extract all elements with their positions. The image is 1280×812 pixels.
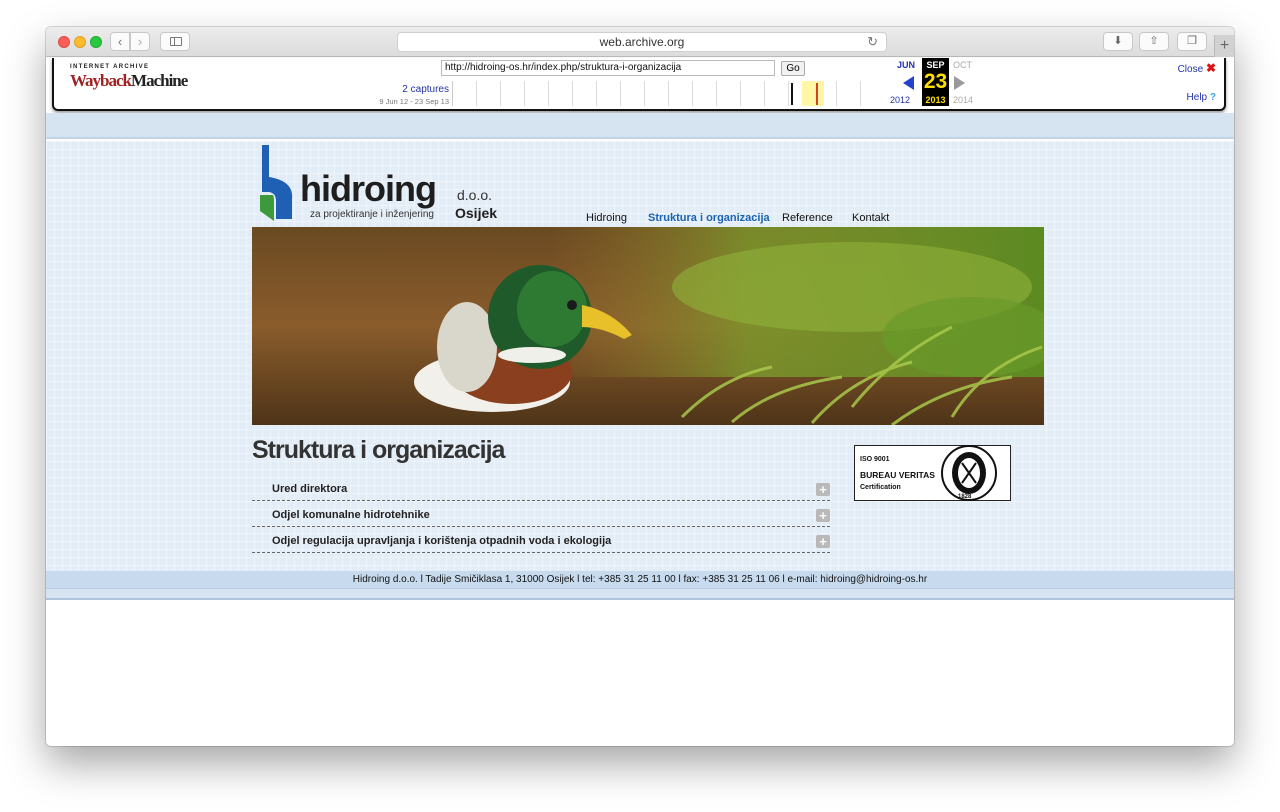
nav-hidroing[interactable]: Hidroing: [586, 212, 627, 224]
expand-plus-icon[interactable]: +: [816, 483, 830, 496]
tab-overview-button[interactable]: ❐: [1177, 32, 1207, 51]
chevron-right-icon: ›: [137, 34, 143, 49]
prev-capture-arrow-icon[interactable]: [903, 76, 914, 90]
year-current: 2013: [925, 95, 946, 105]
address-text: web.archive.org: [599, 35, 685, 49]
plus-icon: +: [1219, 37, 1230, 54]
captures-link[interactable]: 2 captures: [372, 84, 449, 95]
month-next: OCT: [953, 60, 972, 70]
forward-button[interactable]: ›: [130, 32, 150, 51]
wayback-help-button[interactable]: Help ?: [1187, 92, 1216, 103]
zoom-window-button[interactable]: [90, 36, 102, 48]
site-footer: Hidroing d.o.o. l Tadije Smičiklasa 1, 3…: [46, 571, 1234, 588]
share-icon: ⇧: [1149, 35, 1159, 47]
logo-name: hidroing: [300, 168, 437, 209]
tabs-icon: ❐: [1187, 35, 1197, 47]
year-next: 2014: [953, 95, 974, 105]
browser-window: ‹ › web.archive.org ↻ ⬇ ⇧ ❐ + INTERNET A…: [46, 27, 1234, 746]
logo-city: Osijek: [455, 205, 498, 221]
iso-certificate-badge: ISO 9001 BUREAU VERITAS Certification 18…: [854, 445, 1011, 501]
help-label: Help: [1186, 92, 1208, 103]
wayback-close-button[interactable]: Close ✖: [1178, 61, 1216, 75]
sidebar-icon: [170, 37, 182, 46]
download-icon: ⬇: [1113, 35, 1123, 47]
wayback-logo-top: INTERNET ARCHIVE: [70, 64, 150, 70]
close-label: Close: [1177, 64, 1204, 75]
browser-titlebar: ‹ › web.archive.org ↻ ⬇ ⇧ ❐ +: [46, 27, 1234, 57]
new-tab-button[interactable]: +: [1214, 35, 1234, 57]
site-logo[interactable]: hidroing d.o.o. za projektiranje i inžen…: [260, 145, 500, 223]
accordion-label: Odjel regulacija upravljanja i korištenj…: [272, 535, 612, 547]
sidebar-toggle-button[interactable]: [160, 32, 190, 51]
captures-range: 9 Jun 12 - 23 Sep 13: [379, 97, 449, 106]
capture-sparkline[interactable]: [452, 81, 880, 106]
wayback-url-input[interactable]: http://hidroing-os.hr/index.php/struktur…: [441, 60, 775, 76]
accordion-ured-direktora[interactable]: Ured direktora +: [252, 475, 830, 501]
cert-sub: Certification: [860, 484, 901, 491]
minimize-window-button[interactable]: [74, 36, 86, 48]
expand-plus-icon[interactable]: +: [816, 509, 830, 522]
expand-plus-icon[interactable]: +: [816, 535, 830, 548]
reload-icon[interactable]: ↻: [867, 33, 878, 51]
capture-bar-2013[interactable]: [816, 83, 818, 105]
logo-suffix: d.o.o.: [457, 187, 493, 203]
address-bar[interactable]: web.archive.org ↻: [397, 32, 887, 52]
help-icon: ?: [1209, 92, 1216, 103]
nav-struktura[interactable]: Struktura i organizacija: [648, 212, 770, 224]
wayback-logo[interactable]: INTERNET ARCHIVE WaybackMachine: [70, 64, 188, 98]
page-title: Struktura i organizacija: [252, 436, 505, 464]
downloads-button[interactable]: ⬇: [1103, 32, 1133, 51]
accordion-odjel-komunalne[interactable]: Odjel komunalne hidrotehnike +: [252, 501, 830, 527]
logo-tagline: za projektiranje i inženjering: [310, 209, 434, 220]
cert-company: BUREAU VERITAS: [860, 470, 935, 480]
wayback-go-button[interactable]: Go: [781, 61, 805, 76]
accordion-label: Ured direktora: [272, 483, 348, 495]
cert-iso: ISO 9001: [860, 456, 890, 463]
year-prev[interactable]: 2012: [890, 95, 910, 105]
capture-bar-2012[interactable]: [791, 83, 793, 105]
cert-year: 1828: [958, 494, 972, 500]
accordion-odjel-regulacija[interactable]: Odjel regulacija upravljanja i korištenj…: [252, 527, 830, 553]
next-capture-arrow-icon: [954, 76, 965, 90]
capture-day: 23: [923, 70, 948, 93]
month-prev[interactable]: JUN: [897, 60, 915, 70]
chevron-left-icon: ‹: [117, 34, 123, 49]
duck-banner-image: [252, 227, 1044, 425]
web-page: hidroing d.o.o. za projektiranje i inžen…: [46, 113, 1234, 746]
wayback-logo-main: WaybackMachine: [70, 71, 188, 90]
logo-mark-icon: [260, 145, 293, 221]
back-button[interactable]: ‹: [110, 32, 130, 51]
wayback-toolbar: INTERNET ARCHIVE WaybackMachine http://h…: [52, 58, 1226, 111]
accordion-label: Odjel komunalne hidrotehnike: [272, 509, 430, 521]
sparkline-highlight: [802, 81, 824, 106]
nav-reference[interactable]: Reference: [782, 212, 833, 224]
nav-kontakt[interactable]: Kontakt: [852, 212, 889, 224]
close-window-button[interactable]: [58, 36, 70, 48]
share-button[interactable]: ⇧: [1139, 32, 1169, 51]
close-icon: ✖: [1205, 61, 1216, 75]
top-band: [46, 113, 1234, 139]
bottom-band: [46, 588, 1234, 600]
